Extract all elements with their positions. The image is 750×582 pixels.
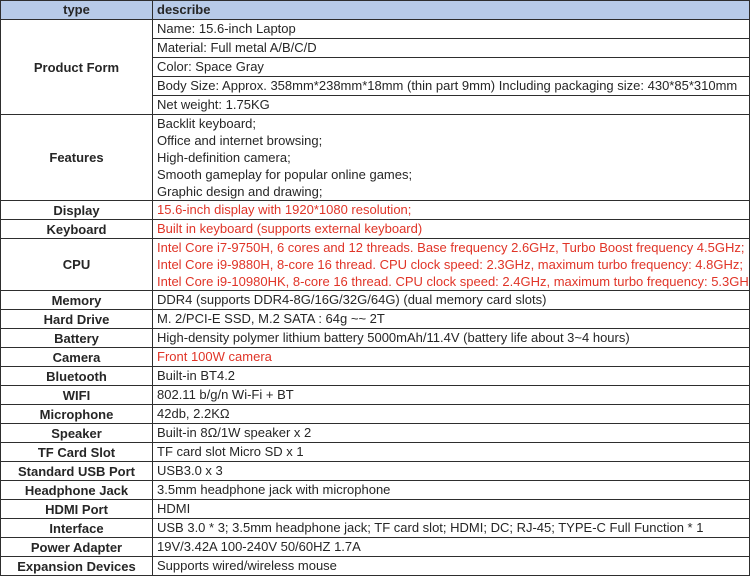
describe-line: M. 2/PCI-E SSD, M.2 SATA : 64g ~~ 2T (157, 310, 745, 328)
type-cell: CPU (1, 239, 153, 291)
describe-cell: Built-in BT4.2 (153, 367, 750, 386)
describe-line: High-density polymer lithium battery 500… (157, 329, 745, 347)
describe-line: USB 3.0 * 3; 3.5mm headphone jack; TF ca… (157, 519, 745, 537)
describe-cell: M. 2/PCI-E SSD, M.2 SATA : 64g ~~ 2T (153, 310, 750, 329)
describe-line: Backlit keyboard; (157, 115, 745, 132)
describe-cell: USB3.0 x 3 (153, 462, 750, 481)
describe-line: Intel Core i7-9750H, 6 cores and 12 thre… (157, 239, 745, 256)
type-cell: Memory (1, 291, 153, 310)
table-row: SpeakerBuilt-in 8Ω/1W speaker x 2 (1, 424, 750, 443)
table-row: HDMI PortHDMI (1, 500, 750, 519)
type-cell: Keyboard (1, 220, 153, 239)
header-row: type describe (1, 1, 750, 20)
describe-line: Name: 15.6-inch Laptop (157, 20, 745, 38)
describe-cell: 802.11 b/g/n Wi-Fi + BT (153, 386, 750, 405)
spec-table: type describe Product FormName: 15.6-inc… (0, 0, 750, 576)
describe-line: Front 100W camera (157, 348, 745, 366)
describe-line: DDR4 (supports DDR4-8G/16G/32G/64G) (dua… (157, 291, 745, 309)
type-cell: Hard Drive (1, 310, 153, 329)
describe-line: Supports wired/wireless mouse (157, 557, 745, 575)
describe-line: High-definition camera; (157, 149, 745, 166)
describe-cell: Supports wired/wireless mouse (153, 557, 750, 576)
table-row: TF Card SlotTF card slot Micro SD x 1 (1, 443, 750, 462)
type-cell: Standard USB Port (1, 462, 153, 481)
describe-cell: 3.5mm headphone jack with microphone (153, 481, 750, 500)
type-cell: Power Adapter (1, 538, 153, 557)
table-row: Power Adapter19V/3.42A 100-240V 50/60HZ … (1, 538, 750, 557)
describe-cell: High-density polymer lithium battery 500… (153, 329, 750, 348)
describe-cell: 15.6-inch display with 1920*1080 resolut… (153, 201, 750, 220)
describe-line: Graphic design and drawing; (157, 183, 745, 200)
describe-line: Office and internet browsing; (157, 132, 745, 149)
describe-cell: Front 100W camera (153, 348, 750, 367)
type-cell: Camera (1, 348, 153, 367)
type-cell: Expansion Devices (1, 557, 153, 576)
table-row: Hard DriveM. 2/PCI-E SSD, M.2 SATA : 64g… (1, 310, 750, 329)
describe-line: TF card slot Micro SD x 1 (157, 443, 745, 461)
table-row: WIFI802.11 b/g/n Wi-Fi + BT (1, 386, 750, 405)
type-cell: Bluetooth (1, 367, 153, 386)
table-row: BatteryHigh-density polymer lithium batt… (1, 329, 750, 348)
describe-cell: TF card slot Micro SD x 1 (153, 443, 750, 462)
describe-line: 19V/3.42A 100-240V 50/60HZ 1.7A (157, 538, 745, 556)
table-row: Standard USB PortUSB3.0 x 3 (1, 462, 750, 481)
header-cell-describe: describe (153, 1, 750, 20)
table-row: CameraFront 100W camera (1, 348, 750, 367)
spec-table-body: Product FormName: 15.6-inch LaptopMateri… (1, 20, 750, 576)
table-row: MemoryDDR4 (supports DDR4-8G/16G/32G/64G… (1, 291, 750, 310)
table-row: Microphone42db, 2.2KΩ (1, 405, 750, 424)
table-row: Headphone Jack3.5mm headphone jack with … (1, 481, 750, 500)
describe-cell: Intel Core i7-9750H, 6 cores and 12 thre… (153, 239, 750, 291)
describe-line: Intel Core i9-10980HK, 8-core 16 thread.… (157, 273, 745, 290)
describe-line: Built in keyboard (supports external key… (157, 220, 745, 238)
describe-cell: 42db, 2.2KΩ (153, 405, 750, 424)
describe-line: Color: Space Gray (157, 58, 745, 76)
table-row: Display15.6-inch display with 1920*1080 … (1, 201, 750, 220)
describe-line: Intel Core i9-9880H, 8-core 16 thread. C… (157, 256, 745, 273)
describe-line: Built-in BT4.2 (157, 367, 745, 385)
describe-line: 3.5mm headphone jack with microphone (157, 481, 745, 499)
describe-line: HDMI (157, 500, 745, 518)
table-row: BluetoothBuilt-in BT4.2 (1, 367, 750, 386)
table-row: Expansion DevicesSupports wired/wireless… (1, 557, 750, 576)
type-cell: Microphone (1, 405, 153, 424)
type-cell: WIFI (1, 386, 153, 405)
describe-line: USB3.0 x 3 (157, 462, 745, 480)
describe-cell: DDR4 (supports DDR4-8G/16G/32G/64G) (dua… (153, 291, 750, 310)
type-cell: HDMI Port (1, 500, 153, 519)
describe-line: Material: Full metal A/B/C/D (157, 39, 745, 57)
describe-cell: Name: 15.6-inch Laptop (153, 20, 750, 39)
table-row: Product FormName: 15.6-inch Laptop (1, 20, 750, 39)
header-cell-type: type (1, 1, 153, 20)
describe-line: Built-in 8Ω/1W speaker x 2 (157, 424, 745, 442)
table-row: CPUIntel Core i7-9750H, 6 cores and 12 t… (1, 239, 750, 291)
table-row: KeyboardBuilt in keyboard (supports exte… (1, 220, 750, 239)
describe-line: 42db, 2.2KΩ (157, 405, 745, 423)
type-cell: TF Card Slot (1, 443, 153, 462)
describe-cell: Built in keyboard (supports external key… (153, 220, 750, 239)
type-cell: Display (1, 201, 153, 220)
describe-line: Net weight: 1.75KG (157, 96, 745, 114)
describe-cell: Built-in 8Ω/1W speaker x 2 (153, 424, 750, 443)
describe-cell: Color: Space Gray (153, 58, 750, 77)
describe-cell: Body Size: Approx. 358mm*238mm*18mm (thi… (153, 77, 750, 96)
describe-cell: Backlit keyboard;Office and internet bro… (153, 115, 750, 201)
describe-cell: Net weight: 1.75KG (153, 96, 750, 115)
type-cell: Product Form (1, 20, 153, 115)
type-cell: Speaker (1, 424, 153, 443)
describe-line: 802.11 b/g/n Wi-Fi + BT (157, 386, 745, 404)
describe-cell: USB 3.0 * 3; 3.5mm headphone jack; TF ca… (153, 519, 750, 538)
describe-line: Body Size: Approx. 358mm*238mm*18mm (thi… (157, 77, 745, 95)
describe-cell: 19V/3.42A 100-240V 50/60HZ 1.7A (153, 538, 750, 557)
type-cell: Interface (1, 519, 153, 538)
describe-line: Smooth gameplay for popular online games… (157, 166, 745, 183)
type-cell: Battery (1, 329, 153, 348)
describe-cell: Material: Full metal A/B/C/D (153, 39, 750, 58)
describe-cell: HDMI (153, 500, 750, 519)
table-row: InterfaceUSB 3.0 * 3; 3.5mm headphone ja… (1, 519, 750, 538)
describe-line: 15.6-inch display with 1920*1080 resolut… (157, 201, 745, 219)
type-cell: Features (1, 115, 153, 201)
table-row: FeaturesBacklit keyboard;Office and inte… (1, 115, 750, 201)
type-cell: Headphone Jack (1, 481, 153, 500)
